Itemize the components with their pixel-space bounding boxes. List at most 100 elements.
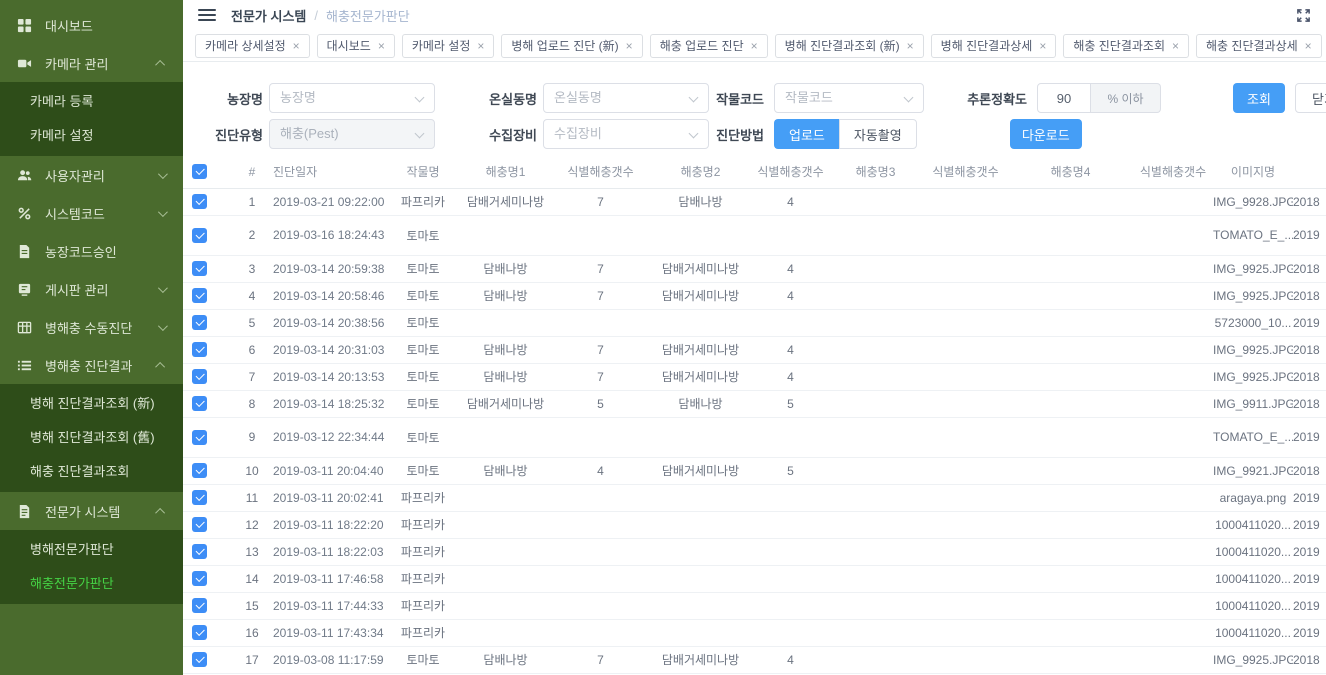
sidebar-item-2[interactable]: 사용자관리 [0,156,183,194]
submenu: 병해 진단결과조회 (新)병해 진단결과조회 (舊)해충 진단결과조회 [0,384,183,492]
filter-panel: 농장명 농장명 온실동명 온실동명 작물코드 작물코드 추론정확도 [183,62,1326,156]
table-row[interactable]: 112019-03-11 20:02:41파프리카 aragaya.png201… [183,484,1326,511]
device-label: 수집장비 [462,125,537,144]
sidebar-subitem-8-1[interactable]: 해충전문가판단 [0,567,183,601]
close-tab-icon[interactable]: × [1305,40,1312,52]
close-button[interactable]: 닫기 [1295,83,1326,113]
table-row[interactable]: 162019-03-11 17:43:34파프리카 1000411020...2… [183,619,1326,646]
tab-0[interactable]: 카메라 상세설정× [195,34,310,58]
diagnosis-type-label: 진단유형 [183,125,263,144]
expert-system-icon [16,503,32,519]
table-row[interactable]: 82019-03-14 18:25:32토마토 담배거세미나방5담배나방5 IM… [183,390,1326,417]
row-checkbox[interactable] [192,369,207,384]
device-select[interactable]: 수집장비 [543,119,709,149]
row-checkbox[interactable] [192,625,207,640]
close-tab-icon[interactable]: × [378,40,385,52]
row-checkbox[interactable] [192,571,207,586]
sidebar-subitem-7-1[interactable]: 병해 진단결과조회 (舊) [0,421,183,455]
tab-3[interactable]: 병해 업로드 진단 (新)× [501,34,642,58]
sidebar-subitem-8-0[interactable]: 병해전문가판단 [0,533,183,567]
sidebar-item-7[interactable]: 병해충 진단결과 [0,346,183,384]
table-row[interactable]: 92019-03-12 22:34:44토마토 TOMATO_E_...2019 [183,417,1326,457]
fullscreen-icon[interactable] [1296,8,1311,23]
main-area: 전문가 시스템 / 해충전문가판단 카메라 상세설정×대시보드×카메라 설정×병… [183,0,1326,675]
column-header-10: 식별해충갯수 [1133,156,1213,188]
row-checkbox[interactable] [192,490,207,505]
chevron-down-icon [904,93,914,103]
table-row[interactable]: 32019-03-14 20:59:38토마토 담배나방7담배거세미나방4 IM… [183,255,1326,282]
chevron-down-icon [689,129,699,139]
sidebar-subitem-7-2[interactable]: 해충 진단결과조회 [0,455,183,489]
method-auto-button[interactable]: 자동촬영 [839,119,917,149]
sidebar-subitem-7-0[interactable]: 병해 진단결과조회 (新) [0,387,183,421]
table-row[interactable]: 102019-03-11 20:04:40토마토 담배나방4담배거세미나방5 I… [183,457,1326,484]
table-row[interactable]: 52019-03-14 20:38:56토마토 5723000_10...201… [183,309,1326,336]
row-checkbox[interactable] [192,463,207,478]
table-row[interactable]: 12019-03-21 09:22:00파프리카 담배거세미나방7담배나방4 I… [183,188,1326,215]
row-checkbox[interactable] [192,430,207,445]
sidebar-subitem-1-1[interactable]: 카메라 설정 [0,119,183,153]
sidebar-item-5[interactable]: 게시판 관리 [0,270,183,308]
sidebar-item-0[interactable]: 대시보드 [0,6,183,44]
table-row[interactable]: 142019-03-11 17:46:58파프리카 1000411020...2… [183,565,1326,592]
close-tab-icon[interactable]: × [293,40,300,52]
tab-6[interactable]: 병해 진단결과상세× [931,34,1057,58]
table-row[interactable]: 22019-03-16 18:24:43토마토 TOMATO_E_...2019 [183,215,1326,255]
close-tab-icon[interactable]: × [751,40,758,52]
sidebar-item-6[interactable]: 병해충 수동진단 [0,308,183,346]
close-tab-icon[interactable]: × [907,40,914,52]
sidebar-item-8[interactable]: 전문가 시스템 [0,492,183,530]
close-tab-icon[interactable]: × [1039,40,1046,52]
close-tab-icon[interactable]: × [477,40,484,52]
chevron-down-icon [415,129,425,139]
close-tab-icon[interactable]: × [626,40,633,52]
tab-4[interactable]: 해충 업로드 진단× [650,34,768,58]
method-label: 진단방법 [714,125,764,144]
download-button[interactable]: 다운로드 [1010,119,1082,149]
farm-code-icon [16,243,32,259]
row-checkbox[interactable] [192,261,207,276]
tab-7[interactable]: 해충 진단결과조회× [1063,34,1189,58]
row-checkbox[interactable] [192,517,207,532]
farm-select[interactable]: 농장명 [269,83,435,113]
farm-label: 농장명 [183,89,263,108]
breadcrumb-parent: 전문가 시스템 [231,6,306,25]
close-tab-icon[interactable]: × [1172,40,1179,52]
row-checkbox[interactable] [192,342,207,357]
table-row[interactable]: 132019-03-11 18:22:03파프리카 1000411020...2… [183,538,1326,565]
sidebar-item-3[interactable]: 시스템코드 [0,194,183,232]
column-header-0: # [231,156,273,188]
crop-code-select[interactable]: 작물코드 [774,83,924,113]
row-checkbox[interactable] [192,228,207,243]
tab-8[interactable]: 해충 진단결과상세× [1196,34,1322,58]
tab-5[interactable]: 병해 진단결과조회 (新)× [775,34,924,58]
dashboard-icon [16,17,32,33]
select-all-checkbox[interactable] [192,164,207,179]
row-checkbox[interactable] [192,315,207,330]
table-row[interactable]: 42019-03-14 20:58:46토마토 담배나방7담배거세미나방4 IM… [183,282,1326,309]
row-checkbox[interactable] [192,598,207,613]
results-table-container: #진단일자작물명해충명1식별해충갯수해충명2식별해충갯수해충명3식별해충갯수해충… [183,156,1326,675]
table-row[interactable]: 72019-03-14 20:13:53토마토 담배나방7담배거세미나방4 IM… [183,363,1326,390]
row-checkbox[interactable] [192,396,207,411]
table-row[interactable]: 152019-03-11 17:44:33파프리카 1000411020...2… [183,592,1326,619]
search-button[interactable]: 조회 [1233,83,1285,113]
sidebar-item-1[interactable]: 카메라 관리 [0,44,183,82]
table-row[interactable]: 122019-03-11 18:22:20파프리카 1000411020...2… [183,511,1326,538]
sidebar-item-4[interactable]: 농장코드승인 [0,232,183,270]
method-upload-button[interactable]: 업로드 [774,119,839,149]
row-checkbox[interactable] [192,194,207,209]
row-checkbox[interactable] [192,288,207,303]
row-checkbox[interactable] [192,652,207,667]
manual-diagnosis-icon [16,319,32,335]
sidebar-subitem-1-0[interactable]: 카메라 등록 [0,85,183,119]
menu-toggle-icon[interactable] [198,6,216,24]
accuracy-input[interactable] [1037,83,1091,113]
table-row[interactable]: 62019-03-14 20:31:03토마토 담배나방7담배거세미나방4 IM… [183,336,1326,363]
tab-1[interactable]: 대시보드× [317,34,395,58]
tab-2[interactable]: 카메라 설정× [402,34,495,58]
row-checkbox[interactable] [192,544,207,559]
table-row[interactable]: 172019-03-08 11:17:59토마토 담배나방7담배거세미나방4 I… [183,646,1326,673]
diagnosis-type-select[interactable]: 해충(Pest) [269,119,435,149]
greenhouse-select[interactable]: 온실동명 [543,83,709,113]
